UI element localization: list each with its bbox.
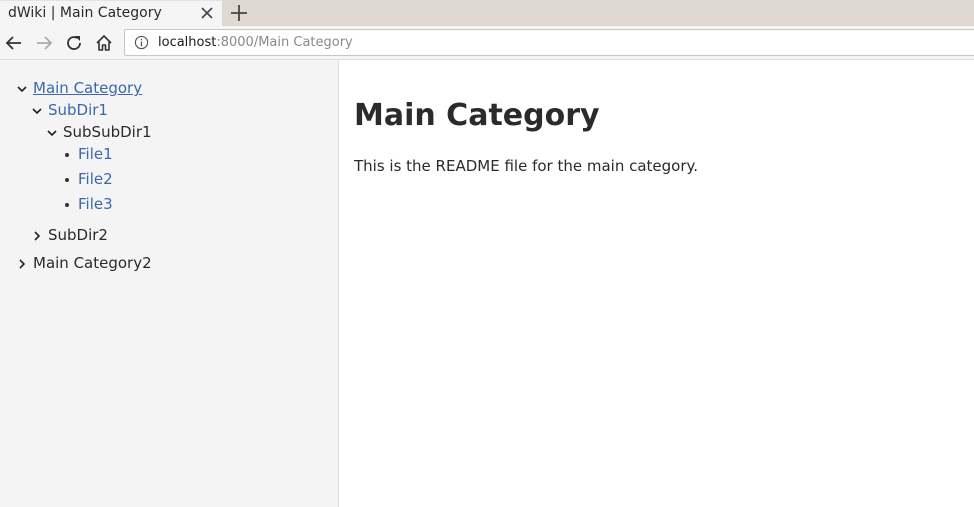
sidebar-tree: Main Category SubDir1 SubSubDir1 File1 F… (0, 60, 339, 507)
bullet-icon (65, 153, 69, 157)
url-text: localhost:8000/Main Category (158, 35, 353, 50)
tab-bar: dWiki | Main Category (0, 0, 974, 27)
tree-item-subsubdir1[interactable]: SubSubDir1 (63, 123, 152, 141)
forward-icon[interactable] (34, 33, 54, 53)
tree-item-file3[interactable]: File3 (78, 195, 113, 213)
chevron-down-icon[interactable] (17, 84, 27, 94)
chevron-right-icon[interactable] (32, 231, 42, 241)
tab-active[interactable]: dWiki | Main Category (0, 0, 222, 27)
tab-title: dWiki | Main Category (8, 5, 162, 21)
tree-item-subdir2[interactable]: SubDir2 (48, 226, 108, 244)
chevron-right-icon[interactable] (17, 259, 27, 269)
new-tab-icon[interactable] (229, 3, 249, 23)
home-icon[interactable] (94, 33, 114, 53)
page-body-text: This is the README file for the main cat… (354, 157, 699, 175)
main-content: Main Category This is the README file fo… (339, 60, 974, 507)
bullet-icon (65, 178, 69, 182)
navigation-toolbar: localhost:8000/Main Category (0, 26, 974, 60)
tree-item-file2[interactable]: File2 (78, 170, 113, 188)
back-icon[interactable] (4, 33, 24, 53)
chevron-down-icon[interactable] (47, 128, 57, 138)
tree-item-main-category2[interactable]: Main Category2 (33, 254, 152, 272)
page-title: Main Category (354, 98, 600, 133)
tree-item-subdir1[interactable]: SubDir1 (48, 101, 108, 119)
tree-item-main-category[interactable]: Main Category (33, 79, 142, 97)
close-tab-icon[interactable] (199, 5, 215, 21)
site-info-icon[interactable] (134, 35, 149, 50)
address-bar[interactable]: localhost:8000/Main Category (124, 29, 974, 56)
reload-icon[interactable] (64, 33, 84, 53)
tree-item-file1[interactable]: File1 (78, 145, 113, 163)
url-host: localhost (158, 35, 217, 50)
bullet-icon (65, 203, 69, 207)
url-path: :8000/Main Category (216, 35, 353, 50)
chevron-down-icon[interactable] (32, 106, 42, 116)
